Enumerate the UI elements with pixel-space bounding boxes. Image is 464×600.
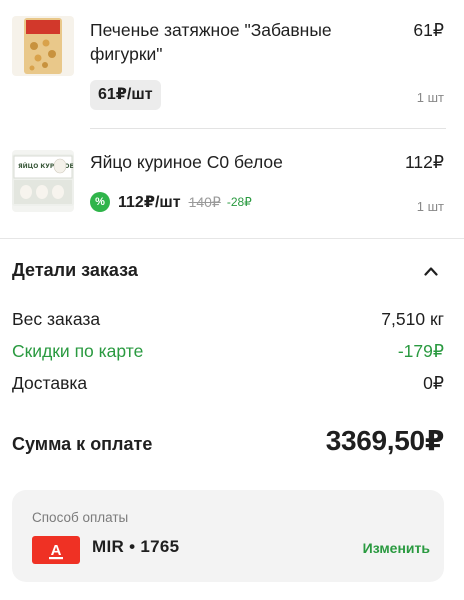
item-name: Печенье затяжное "Забавные фигурки" xyxy=(90,20,332,64)
row-label: Вес заказа xyxy=(12,308,101,329)
section-divider xyxy=(0,238,464,239)
card-name: MIR • 1765 xyxy=(92,537,180,556)
card-discount-row: Скидки по карте -179₽ xyxy=(12,338,444,364)
order-details-title: Детали заказа xyxy=(12,260,138,280)
item-quantity: 1 шт xyxy=(416,199,444,214)
bank-logo-icon: А xyxy=(32,536,80,564)
discount-amount: -28₽ xyxy=(226,195,252,209)
payment-method-card[interactable]: Способ оплаты А MIR • 1765 Изменить xyxy=(12,490,444,582)
cookie-pack-icon xyxy=(12,16,74,76)
bank-logo-letter: А xyxy=(51,542,62,559)
row-value: -179₽ xyxy=(397,340,444,361)
promo-price-row: % 112₽/шт 140₽ -28₽ xyxy=(90,190,252,214)
total-value: 3369,50₽ xyxy=(325,425,445,456)
unit-price-chip: 61₽/шт xyxy=(90,80,161,110)
row-label: Скидки по карте xyxy=(12,340,144,361)
chevron-up-icon[interactable] xyxy=(424,266,438,276)
item-quantity: 1 шт xyxy=(416,90,444,105)
total-label: Сумма к оплате xyxy=(12,434,153,454)
payment-caption: Способ оплаты xyxy=(32,510,129,525)
old-price: 140₽ xyxy=(188,193,221,210)
percent-badge-icon: % xyxy=(90,192,110,212)
order-weight-row: Вес заказа 7,510 кг xyxy=(12,306,444,332)
unit-price: 112₽/шт xyxy=(118,194,181,211)
item-divider xyxy=(90,128,446,129)
egg-carton-icon: ЯЙЦО КУРИНОЕ xyxy=(12,150,74,212)
cart-item-cookies[interactable]: Печенье затяжное "Забавные фигурки" 61₽ … xyxy=(0,0,464,129)
row-value: 0₽ xyxy=(423,372,444,393)
item-price: 112₽ xyxy=(404,152,444,172)
change-payment-button[interactable]: Изменить xyxy=(363,540,430,556)
item-price: 61₽ xyxy=(413,20,444,40)
row-value: 7,510 кг xyxy=(381,308,444,329)
row-label: Доставка xyxy=(12,372,88,393)
cart-item-eggs[interactable]: ЯЙЦО КУРИНОЕ Яйцо куриное С0 белое 112₽ … xyxy=(0,130,464,236)
item-name: Яйцо куриное С0 белое xyxy=(90,152,283,172)
delivery-row: Доставка 0₽ xyxy=(12,370,444,396)
